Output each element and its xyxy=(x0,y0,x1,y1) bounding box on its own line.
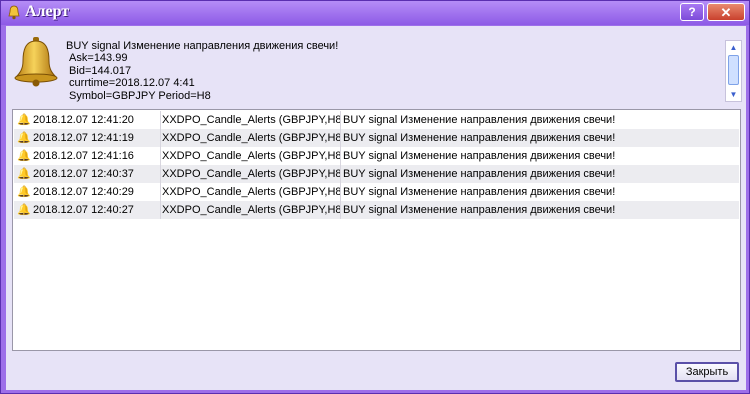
row-time: 2018.12.07 12:41:16 xyxy=(33,147,161,165)
bell-icon: 🔔 xyxy=(17,204,31,216)
bell-icon: 🔔 xyxy=(17,132,31,144)
table-row[interactable]: 🔔 2018.12.07 12:40:37 XXDPO_Candle_Alert… xyxy=(14,165,739,183)
message-scrollbar[interactable]: ▲ ▼ xyxy=(725,40,742,102)
table-row[interactable]: 🔔 2018.12.07 12:41:20 XXDPO_Candle_Alert… xyxy=(14,111,739,129)
scroll-up-icon[interactable]: ▲ xyxy=(726,41,741,54)
close-window-button[interactable]: ✕ xyxy=(707,3,745,21)
row-time: 2018.12.07 12:41:20 xyxy=(33,111,161,129)
row-source: XXDPO_Candle_Alerts (GBPJPY,H8) xyxy=(162,201,341,219)
alert-window: Алерт ? ✕ BUY signal Изменение направлен… xyxy=(0,0,750,394)
row-message: BUY signal Изменение направления движени… xyxy=(343,168,616,180)
row-message: BUY signal Изменение направления движени… xyxy=(343,150,616,162)
bell-icon: 🔔 xyxy=(17,150,31,162)
alert-list[interactable]: 🔔 2018.12.07 12:41:20 XXDPO_Candle_Alert… xyxy=(12,109,741,351)
row-source: XXDPO_Candle_Alerts (GBPJPY,H8) xyxy=(162,165,341,183)
table-row[interactable]: 🔔 2018.12.07 12:41:19 XXDPO_Candle_Alert… xyxy=(14,129,739,147)
bell-icon: 🔔 xyxy=(17,114,31,126)
row-time: 2018.12.07 12:40:29 xyxy=(33,183,161,201)
row-message: BUY signal Изменение направления движени… xyxy=(343,114,616,126)
dialog-body: BUY signal Изменение направления движени… xyxy=(6,26,746,390)
large-bell-icon xyxy=(14,37,58,87)
table-row[interactable]: 🔔 2018.12.07 12:40:27 XXDPO_Candle_Alert… xyxy=(14,201,739,219)
row-source: XXDPO_Candle_Alerts (GBPJPY,H8) xyxy=(162,183,341,201)
row-time: 2018.12.07 12:40:37 xyxy=(33,165,161,183)
bell-icon: 🔔 xyxy=(17,168,31,180)
row-source: XXDPO_Candle_Alerts (GBPJPY,H8) xyxy=(162,111,341,129)
row-message: BUY signal Изменение направления движени… xyxy=(343,186,616,198)
table-row[interactable]: 🔔 2018.12.07 12:40:29 XXDPO_Candle_Alert… xyxy=(14,183,739,201)
row-message: BUY signal Изменение направления движени… xyxy=(343,204,616,216)
title-bar[interactable]: Алерт ? ✕ xyxy=(1,1,749,25)
help-button[interactable]: ? xyxy=(680,3,704,21)
alert-message: BUY signal Изменение направления движени… xyxy=(66,40,339,102)
scroll-down-icon[interactable]: ▼ xyxy=(726,88,741,101)
window-title: Алерт xyxy=(25,3,70,20)
row-time: 2018.12.07 12:41:19 xyxy=(33,129,161,147)
bell-icon xyxy=(8,5,20,20)
table-row[interactable]: 🔔 2018.12.07 12:41:16 XXDPO_Candle_Alert… xyxy=(14,147,739,165)
scroll-thumb[interactable] xyxy=(728,55,739,85)
bell-icon: 🔔 xyxy=(17,186,31,198)
close-button[interactable]: Закрыть xyxy=(675,362,739,382)
row-source: XXDPO_Candle_Alerts (GBPJPY,H8) xyxy=(162,147,341,165)
row-time: 2018.12.07 12:40:27 xyxy=(33,201,161,219)
row-message: BUY signal Изменение направления движени… xyxy=(343,132,616,144)
row-source: XXDPO_Candle_Alerts (GBPJPY,H8) xyxy=(162,129,341,147)
